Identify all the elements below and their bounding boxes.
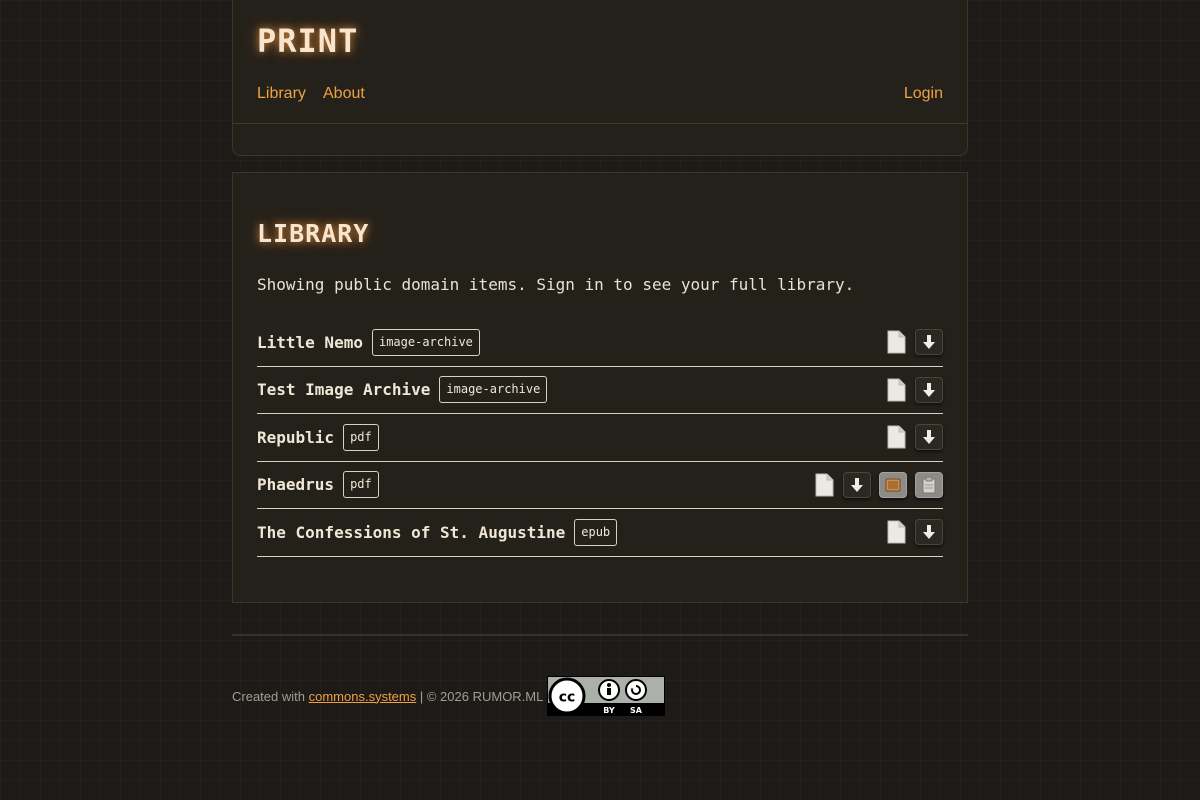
library-item: Little Nemo image-archive (257, 319, 943, 367)
footer-divider (232, 634, 968, 636)
item-type-badge: pdf (343, 471, 379, 499)
file-icon[interactable] (885, 520, 907, 544)
item-title[interactable]: Little Nemo (257, 333, 363, 352)
item-title[interactable]: Test Image Archive (257, 380, 430, 399)
item-actions (813, 471, 943, 498)
nav-link-library[interactable]: Library (257, 85, 306, 103)
cc-by-label: BY (604, 706, 616, 715)
header-divider (233, 123, 967, 124)
download-button[interactable] (915, 519, 943, 546)
nav-link-login[interactable]: Login (904, 85, 943, 103)
item-type-badge: image-archive (439, 376, 548, 404)
download-button[interactable] (843, 471, 871, 498)
item-title[interactable]: Phaedrus (257, 475, 334, 494)
clipboard-icon (922, 476, 936, 494)
nav-link-about[interactable]: About (323, 85, 365, 103)
file-icon[interactable] (813, 473, 835, 497)
download-button[interactable] (915, 424, 943, 451)
library-list: Little Nemo image-archive Test Image Arc… (257, 319, 943, 557)
file-icon[interactable] (885, 425, 907, 449)
download-icon (923, 335, 935, 350)
library-item: Phaedrus pdf (257, 462, 943, 509)
item-type-badge: epub (574, 518, 618, 546)
item-type-badge: pdf (343, 423, 379, 451)
item-actions (885, 424, 943, 451)
file-icon[interactable] (885, 378, 907, 402)
item-type-badge: image-archive (371, 328, 480, 356)
clipboard-button[interactable] (915, 471, 943, 498)
page-title: LIBRARY (257, 219, 370, 248)
file-icon[interactable] (885, 330, 907, 354)
library-item: Republic pdf (257, 414, 943, 462)
site-title: PRINT (257, 22, 359, 60)
item-actions (885, 329, 943, 356)
download-icon (923, 382, 935, 397)
scroll-icon (885, 478, 901, 492)
download-icon (923, 430, 935, 445)
main-nav: Library About Login (257, 85, 943, 107)
download-button[interactable] (915, 376, 943, 403)
cc-by-sa-license-badge[interactable]: cc BY SA (547, 676, 666, 716)
library-item: Test Image Archive image-archive (257, 367, 943, 414)
library-notice: Showing public domain items. Sign in to … (257, 275, 855, 294)
item-title[interactable]: The Confessions of St. Augustine (257, 523, 565, 542)
site-header: PRINT Library About Login (232, 0, 968, 156)
item-actions (885, 376, 943, 403)
site-footer: Created with commons.systems | © 2026 RU… (232, 676, 666, 716)
download-icon (923, 525, 935, 540)
library-panel: LIBRARY Showing public domain items. Sig… (232, 172, 968, 603)
library-item: The Confessions of St. Augustine epub (257, 509, 943, 557)
footer-copyright: | © 2026 RUMOR.ML (419, 688, 544, 704)
footer-link-commons[interactable]: commons.systems (309, 689, 417, 704)
svg-text:cc: cc (559, 690, 576, 706)
footer-created-with: Created with (232, 688, 305, 704)
cc-sa-label: SA (630, 706, 643, 715)
item-title[interactable]: Republic (257, 428, 334, 447)
scroll-button[interactable] (879, 471, 907, 498)
download-icon (851, 477, 863, 492)
item-actions (885, 519, 943, 546)
download-button[interactable] (915, 329, 943, 356)
